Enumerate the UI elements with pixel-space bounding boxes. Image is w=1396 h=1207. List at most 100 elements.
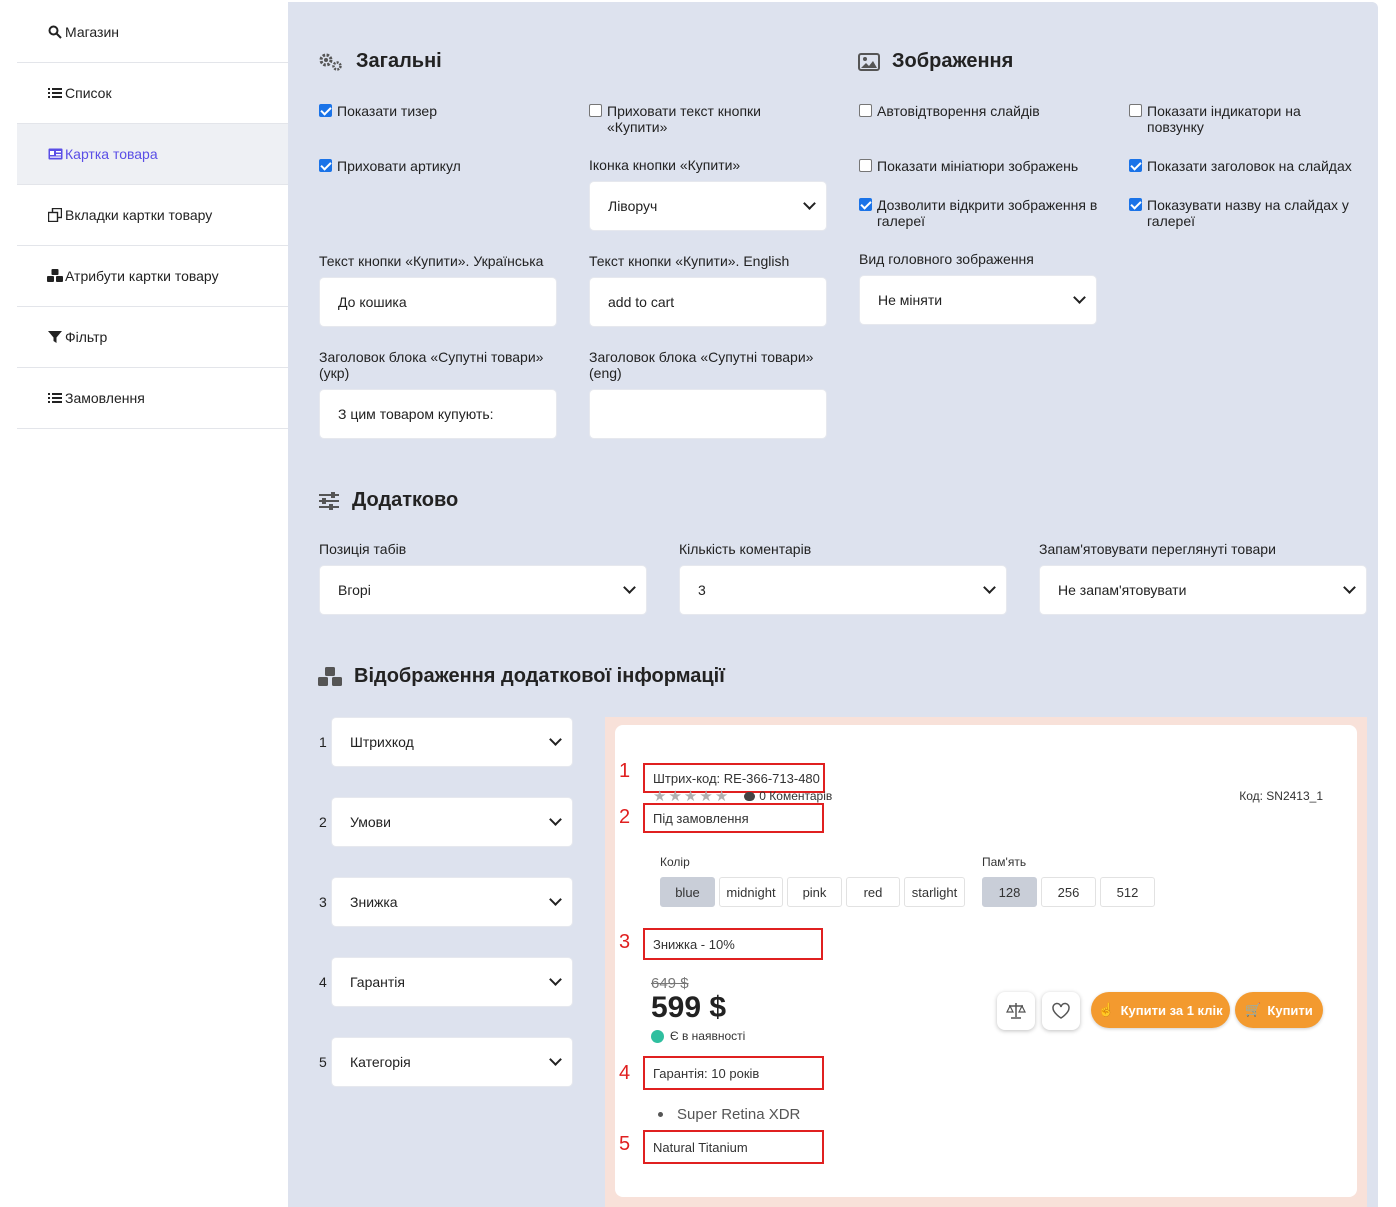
open-gallery-checkbox[interactable]: Дозволити відкрити зображення в галереї: [859, 197, 1109, 229]
category-box: Natural Titanium: [643, 1130, 824, 1164]
sidebar-item-product-card[interactable]: Картка товара: [17, 124, 288, 185]
list-icon: [47, 85, 63, 101]
settings-panel: Загальні Показати тизер Приховати текст …: [288, 2, 1378, 1207]
image-icon: [858, 52, 880, 71]
info-row-select-2[interactable]: Умови: [332, 798, 572, 846]
related-en-input[interactable]: [590, 390, 826, 438]
list-icon: [47, 390, 63, 406]
buy-icon-label: Іконка кнопки «Купити»: [589, 157, 741, 173]
search-icon: [47, 24, 63, 40]
color-label: Колір: [660, 855, 690, 869]
thumbnails-checkbox[interactable]: Показати мініатюри зображень: [859, 158, 1078, 174]
hide-sku-checkbox[interactable]: Приховати артикул: [319, 158, 461, 174]
checkbox-box[interactable]: [1129, 198, 1142, 211]
condition-box: Під замовлення: [643, 803, 824, 833]
marker-number: 3: [619, 931, 631, 953]
marker-number: 1: [619, 760, 631, 782]
product-preview: 1 Штрих-код: RE-366-713-480 ★ ★ ★ ★ ★ 0 Коме…: [605, 717, 1367, 1207]
remember-viewed-select[interactable]: Не запам'ятовувати: [1040, 566, 1366, 614]
sidebar-item-label: Вкладки картки товару: [65, 207, 213, 223]
old-price: 649 $: [651, 975, 689, 992]
sidebar-item-label: Картка товара: [65, 146, 158, 162]
wishlist-button[interactable]: [1042, 992, 1080, 1030]
scale-icon: [1006, 1003, 1026, 1019]
color-option[interactable]: midnight: [719, 877, 783, 907]
info-row-number: 2: [319, 814, 327, 830]
hand-icon: ☝: [1098, 1002, 1115, 1017]
chevron-down-icon: [1343, 581, 1356, 594]
color-option[interactable]: red: [846, 877, 900, 907]
section-general-title: Загальні: [318, 50, 442, 73]
buy-icon-select[interactable]: Ліворуч: [590, 182, 826, 230]
checkbox-box[interactable]: [1129, 159, 1142, 172]
checkbox-box[interactable]: [859, 198, 872, 211]
info-row-select-1[interactable]: Штрихкод: [332, 718, 572, 766]
related-ua-input[interactable]: З цим товаром купують:: [320, 390, 556, 438]
show-teaser-checkbox[interactable]: Показати тизер: [319, 103, 437, 119]
chevron-down-icon: [803, 197, 816, 210]
comments-link[interactable]: 0 Коментарів: [744, 789, 832, 803]
checkbox-box[interactable]: [1129, 104, 1142, 117]
memory-option[interactable]: 128: [982, 877, 1037, 907]
sidebar-item-card-tabs[interactable]: Вкладки картки товару: [17, 185, 288, 246]
cubes-icon: [47, 268, 63, 284]
tabs-position-label: Позиція табів: [319, 541, 407, 557]
hide-buy-text-checkbox[interactable]: Приховати текст кнопки «Купити»: [589, 103, 789, 135]
sidebar-item-label: Список: [65, 85, 112, 101]
feature-item: Super Retina XDR: [658, 1106, 800, 1123]
info-row-number: 5: [319, 1054, 327, 1070]
filter-icon: [47, 329, 63, 345]
info-row-number: 3: [319, 894, 327, 910]
gallery-names-checkbox[interactable]: Показувати назву на слайдах у галереї: [1129, 197, 1369, 229]
info-row-select-5[interactable]: Категорія: [332, 1038, 572, 1086]
slider-indicators-checkbox[interactable]: Показати індикатори на повзунку: [1129, 103, 1329, 135]
sidebar-item-label: Замовлення: [65, 390, 145, 406]
product-code: Код: SN2413_1: [1239, 789, 1323, 803]
sidebar-item-orders[interactable]: Замовлення: [17, 368, 288, 429]
sidebar-item-filter[interactable]: Фільтр: [17, 307, 288, 368]
sidebar-item-label: Магазин: [65, 24, 120, 40]
color-option[interactable]: starlight: [904, 877, 965, 907]
info-row-number: 1: [319, 734, 327, 750]
product-card-preview: 1 Штрих-код: RE-366-713-480 ★ ★ ★ ★ ★ 0 Коме…: [615, 725, 1357, 1197]
autoplay-checkbox[interactable]: Автовідтворення слайдів: [859, 103, 1040, 119]
chevron-down-icon: [549, 893, 562, 906]
cart-icon: 🛒: [1245, 1002, 1262, 1017]
info-row-select-3[interactable]: Знижка: [332, 878, 572, 926]
buy-button[interactable]: 🛒 Купити: [1235, 992, 1323, 1028]
cubes-icon: [318, 666, 342, 686]
check-circle-icon: [651, 1029, 664, 1043]
info-row-select-4[interactable]: Гарантія: [332, 958, 572, 1006]
chevron-down-icon: [549, 733, 562, 746]
tabs-position-select[interactable]: Вгорі: [320, 566, 646, 614]
color-option[interactable]: blue: [660, 877, 715, 907]
marker-number: 4: [619, 1062, 631, 1084]
main-view-select[interactable]: Не міняти: [860, 276, 1096, 324]
checkbox-box[interactable]: [859, 159, 872, 172]
sidebar-item-shop[interactable]: Магазин: [17, 2, 288, 63]
sidebar-item-card-attributes[interactable]: Атрибути картки товару: [17, 246, 288, 307]
checkbox-box[interactable]: [319, 159, 332, 172]
section-images-title: Зображення: [858, 50, 1013, 73]
color-option[interactable]: pink: [787, 877, 842, 907]
slide-titles-checkbox[interactable]: Показати заголовок на слайдах: [1129, 158, 1369, 174]
checkbox-box[interactable]: [859, 104, 872, 117]
comments-count-label: Кількість коментарів: [679, 541, 812, 557]
memory-option[interactable]: 256: [1041, 877, 1096, 907]
chevron-down-icon: [549, 813, 562, 826]
checkbox-box[interactable]: [319, 104, 332, 117]
checkbox-box[interactable]: [589, 104, 602, 117]
chevron-down-icon: [1073, 291, 1086, 304]
comments-count-select[interactable]: 3: [680, 566, 1006, 614]
buy-one-click-button[interactable]: ☝ Купити за 1 клік: [1091, 992, 1230, 1028]
compare-button[interactable]: [997, 992, 1035, 1030]
buy-text-ua-input[interactable]: До кошика: [320, 278, 556, 326]
sidebar-item-list[interactable]: Список: [17, 63, 288, 124]
buy-text-en-input[interactable]: add to cart: [590, 278, 826, 326]
copy-icon: [47, 207, 63, 223]
chevron-down-icon: [983, 581, 996, 594]
section-info-title: Відображення додаткової інформації: [318, 665, 725, 688]
id-card-icon: [47, 146, 63, 162]
memory-option[interactable]: 512: [1100, 877, 1155, 907]
gears-icon: [319, 53, 342, 71]
